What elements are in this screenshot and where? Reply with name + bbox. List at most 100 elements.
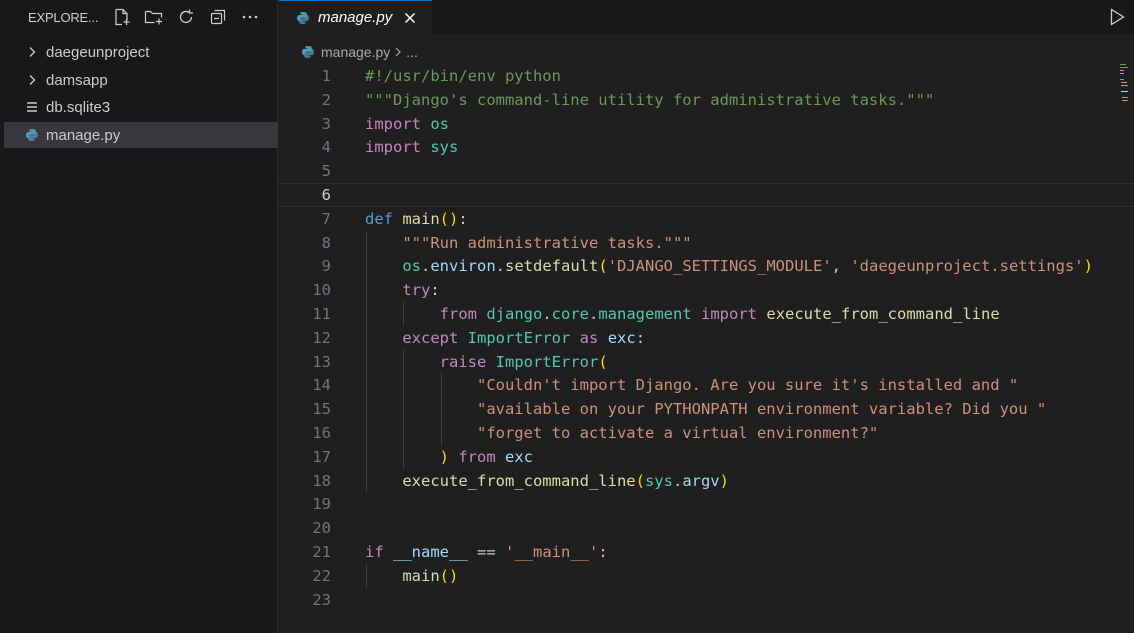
code-token: #!/usr/bin/env python	[365, 67, 561, 85]
code-text: "forget to activate a virtual environmen…	[365, 421, 878, 445]
code-line[interactable]: 10 try:	[279, 278, 1134, 302]
code-line[interactable]: 7 def main():	[279, 207, 1134, 231]
code-line[interactable]: 22 main()	[279, 564, 1134, 588]
close-icon[interactable]	[403, 11, 417, 25]
line-number: 8	[321, 233, 331, 252]
code-token: (	[635, 471, 645, 490]
code-line[interactable]: 11 from django.core.management import ex…	[279, 302, 1134, 326]
code-token: ImportError	[495, 352, 599, 371]
tree-item-label: damsapp	[46, 71, 108, 89]
chevron-right-icon	[394, 44, 402, 60]
line-number: 18	[312, 471, 331, 490]
code-token: main	[402, 566, 440, 585]
code-text: "Couldn't import Django. Are you sure it…	[365, 373, 1018, 397]
code-token: environ	[430, 257, 496, 276]
code-line[interactable]: 21 if __name__ == '__main__':	[279, 540, 1134, 564]
tab-manage-py[interactable]: manage.py	[279, 0, 432, 34]
code-line[interactable]: 3 import os	[279, 112, 1134, 136]
code-token: "available on your PYTHONPATH environmen…	[476, 400, 1047, 419]
code-line[interactable]: 13 raise ImportError(	[279, 350, 1134, 374]
indent-guide	[366, 563, 367, 588]
collapse-all-icon[interactable]	[208, 7, 228, 27]
file-lines-icon	[24, 99, 40, 115]
code-token: .	[495, 257, 506, 276]
code-token: try	[402, 281, 431, 300]
code-token: .	[542, 305, 552, 323]
breadcrumb-file[interactable]: manage.py	[321, 44, 390, 60]
breadcrumb: manage.py ...	[279, 40, 1134, 64]
new-file-icon[interactable]	[112, 7, 132, 27]
code-line[interactable]: 5	[279, 159, 1134, 183]
code-line[interactable]: 19	[279, 492, 1134, 516]
code-line[interactable]: 17 ) from exc	[279, 445, 1134, 469]
code-token: """Run administrative tasks."""	[402, 233, 692, 252]
tree-item-manage-py[interactable]: manage.py	[4, 122, 278, 148]
line-number: 4	[321, 138, 331, 157]
code-token: ,	[831, 257, 851, 276]
code-line[interactable]: 4 import sys	[279, 135, 1134, 159]
line-number: 20	[312, 519, 331, 538]
code-token: :	[635, 328, 646, 347]
code-token: .	[421, 257, 431, 276]
code-token: .	[589, 305, 599, 323]
code-token: execute_from_command_line	[402, 471, 636, 490]
code-line[interactable]: 18 execute_from_command_line(sys.argv)	[279, 469, 1134, 493]
tree-item-db-sqlite3[interactable]: db.sqlite3	[4, 94, 278, 120]
code-line[interactable]: 20	[279, 516, 1134, 540]
code-token: 'DJANGO_SETTINGS_MODULE'	[607, 257, 832, 276]
tree-item-damsapp[interactable]: damsapp	[4, 67, 278, 93]
code-token: except	[402, 328, 459, 347]
code-token: )	[1083, 257, 1093, 276]
code-token: raise	[439, 352, 487, 371]
code-editor[interactable]: 1 #!/usr/bin/env python 2 """Django's comma…	[279, 64, 1134, 633]
breadcrumb-more[interactable]: ...	[406, 44, 418, 60]
code-text: #!/usr/bin/env python	[365, 64, 561, 88]
code-token: import	[701, 305, 758, 323]
code-text: ) from exc	[365, 445, 533, 469]
line-number: 5	[321, 162, 331, 181]
code-token: management	[598, 305, 692, 323]
code-line[interactable]: 6	[279, 183, 1134, 207]
line-number: 2	[321, 90, 331, 109]
code-token: setdefault	[505, 257, 599, 276]
code-token: def	[365, 209, 393, 228]
minimap[interactable]	[1120, 64, 1129, 104]
code-token: "Couldn't import Django. Are you sure it…	[476, 376, 1019, 395]
code-token: if	[365, 543, 384, 561]
run-icon[interactable]	[1108, 7, 1126, 27]
refresh-icon[interactable]	[176, 7, 196, 27]
code-token: :	[430, 281, 440, 300]
code-line[interactable]: 15 "available on your PYTHONPATH environ…	[279, 397, 1134, 421]
code-line[interactable]: 2 """Django's command-line utility for ad…	[279, 88, 1134, 112]
tree-item-daegeunproject[interactable]: daegeunproject	[4, 39, 278, 65]
code-line[interactable]: 8 """Run administrative tasks."""	[279, 231, 1134, 255]
indent-guide	[440, 373, 442, 445]
code-token: import	[365, 138, 421, 157]
line-number: 10	[312, 281, 331, 300]
code-token: .	[672, 471, 683, 490]
code-line[interactable]: 12 except ImportError as exc:	[279, 326, 1134, 350]
code-line[interactable]: 14 "Couldn't import Django. Are you sure…	[279, 373, 1134, 397]
tree-item-label: daegeunproject	[46, 43, 150, 61]
code-text: import os	[365, 112, 449, 136]
more-actions-icon[interactable]	[240, 7, 260, 27]
code-text: os.environ.setdefault('DJANGO_SETTINGS_M…	[365, 254, 1093, 278]
code-text: try:	[365, 278, 440, 302]
code-line[interactable]: 23	[279, 588, 1134, 612]
code-line[interactable]: 1 #!/usr/bin/env python	[279, 64, 1134, 88]
editor-tab-bar: manage.py	[279, 0, 1134, 34]
code-line[interactable]: 9 os.environ.setdefault('DJANGO_SETTINGS…	[279, 254, 1134, 278]
code-token: exc	[505, 447, 534, 466]
code-token: ImportError	[467, 328, 571, 347]
new-folder-icon[interactable]	[144, 7, 164, 27]
code-line[interactable]: 16 "forget to activate a virtual environ…	[279, 421, 1134, 445]
code-token: exc	[607, 328, 636, 347]
